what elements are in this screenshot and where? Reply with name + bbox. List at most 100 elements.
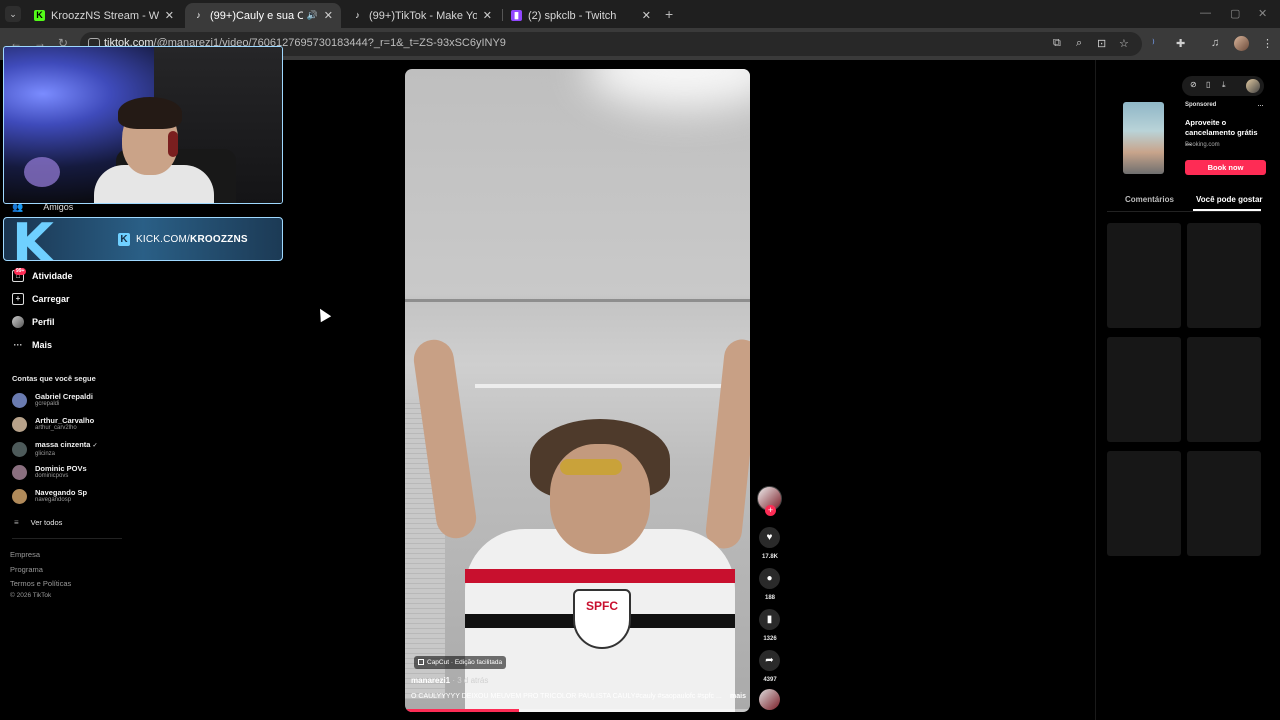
extensions-puzzle-icon[interactable]: ✚ bbox=[1176, 37, 1185, 50]
capcut-tag[interactable]: CapCut · Edição facilitada bbox=[414, 656, 507, 669]
avatar bbox=[12, 441, 27, 457]
following-account[interactable]: Dominic POVs dominicpovs bbox=[12, 464, 87, 480]
close-window-icon[interactable]: ✕ bbox=[1258, 7, 1267, 20]
footer-link-company[interactable]: Empresa bbox=[10, 550, 40, 559]
tiktok-favicon-icon: ♪ bbox=[196, 10, 201, 20]
kick-channel-banner: K K KICK.COM/KROOZZNS bbox=[3, 217, 283, 261]
save-count: 1326 bbox=[763, 636, 777, 642]
tab-twitch[interactable]: ▮ (2) spkclb - Twitch ✕ bbox=[503, 3, 659, 28]
copyright-text: © 2026 TikTok bbox=[10, 592, 52, 599]
sidebar-item-friends[interactable]: 👥 Amigos bbox=[12, 202, 73, 213]
install-app-icon[interactable]: ⊡ bbox=[1097, 37, 1106, 50]
tiktok-favicon-icon: ♪ bbox=[355, 10, 360, 20]
video-author[interactable]: manarezi1 · 3 d atrás bbox=[411, 676, 488, 685]
webcam-overlay bbox=[3, 46, 283, 204]
ceiling-light bbox=[585, 69, 750, 109]
tab-search-button[interactable]: ⌄ bbox=[5, 6, 21, 22]
twitch-favicon-icon: ▮ bbox=[511, 10, 522, 21]
wall-rail bbox=[475, 384, 725, 388]
tab-kick-stream[interactable]: K KroozzNS Stream - Watch Live ✕ bbox=[26, 3, 182, 28]
minimize-icon[interactable]: — bbox=[1200, 7, 1211, 19]
see-all-following-link[interactable]: ≡ Ver todos bbox=[14, 518, 62, 527]
bookmark-icon[interactable]: ▮ bbox=[759, 609, 780, 630]
kick-small-logo-icon: K bbox=[118, 233, 130, 246]
streamer-hair bbox=[118, 97, 182, 129]
ad-more-icon[interactable]: ··· bbox=[1257, 100, 1264, 110]
share-count: 4397 bbox=[763, 677, 777, 683]
translate-icon[interactable]: ⧉ bbox=[1053, 37, 1061, 50]
following-account[interactable]: Gabriel Crepaldi gcrepaldi bbox=[12, 392, 93, 408]
like-heart-icon[interactable]: ♥ bbox=[759, 527, 780, 548]
speaker-icon[interactable]: 🔊 bbox=[307, 10, 318, 21]
capcut-icon bbox=[418, 659, 424, 665]
following-section-title: Contas que você segue bbox=[12, 374, 96, 383]
close-tab-icon[interactable]: ✕ bbox=[483, 9, 492, 22]
spfc-crest: SPFC bbox=[573, 589, 631, 649]
shirt-red-stripe bbox=[465, 569, 735, 583]
device-icon[interactable]: ▯ bbox=[1206, 80, 1210, 89]
recommended-video-card[interactable] bbox=[1187, 337, 1261, 442]
tab-you-may-like[interactable]: Você pode gostar bbox=[1196, 195, 1263, 204]
close-tab-icon[interactable]: ✕ bbox=[324, 9, 333, 22]
verified-icon: ✓ bbox=[92, 443, 98, 449]
kick-logo-icon: K bbox=[12, 217, 54, 261]
sidebar-item-activity[interactable]: ⌂ 99+ Atividade bbox=[12, 268, 73, 284]
video-progress-fill bbox=[405, 709, 519, 712]
tab-tiktok-home[interactable]: ♪ (99+)TikTok - Make Your Day ✕ bbox=[344, 3, 500, 28]
avatar bbox=[12, 392, 27, 408]
more-icon: ··· bbox=[13, 340, 23, 350]
avatar bbox=[12, 416, 27, 432]
user-avatar[interactable] bbox=[1246, 79, 1260, 93]
avatar bbox=[12, 464, 27, 480]
caption-more-button[interactable]: mais bbox=[730, 693, 746, 700]
zoom-icon[interactable]: ⌕ bbox=[1076, 37, 1082, 50]
tab-comments[interactable]: Comentários bbox=[1125, 195, 1174, 204]
recommended-video-card[interactable] bbox=[1107, 337, 1181, 442]
following-account[interactable]: Navegando Sp navegandosp bbox=[12, 488, 87, 504]
video-progress-bar[interactable] bbox=[405, 709, 750, 712]
cam-plush-toy bbox=[24, 157, 60, 187]
ad-thumbnail[interactable] bbox=[1123, 102, 1164, 174]
recommended-video-card[interactable] bbox=[1187, 451, 1261, 556]
bookmark-star-icon[interactable]: ☆ bbox=[1119, 37, 1129, 50]
close-tab-icon[interactable]: ✕ bbox=[165, 9, 174, 22]
footer-link-program[interactable]: Programa bbox=[10, 565, 43, 574]
recommended-video-card[interactable] bbox=[1107, 223, 1181, 328]
following-account[interactable]: Arthur_Carvalho arthur_carv2lho bbox=[12, 416, 94, 432]
extension-icon[interactable]: ⁾ bbox=[1152, 37, 1155, 50]
media-controls-icon[interactable]: ♫ bbox=[1211, 37, 1219, 49]
sidebar-item-more[interactable]: ··· Mais bbox=[12, 337, 53, 353]
like-count: 17.8K bbox=[761, 554, 778, 560]
browser-tab-strip: ⌄ K KroozzNS Stream - Watch Live ✕ ♪ (99… bbox=[0, 0, 1280, 28]
friends-icon: 👥 bbox=[12, 202, 24, 212]
sidebar-item-upload[interactable]: + Carregar bbox=[12, 291, 70, 307]
download-icon[interactable]: ⤓ bbox=[1222, 80, 1226, 90]
list-icon: ≡ bbox=[14, 518, 19, 527]
recommended-video-card[interactable] bbox=[1107, 451, 1181, 556]
footer-link-terms[interactable]: Termos e Políticas bbox=[10, 579, 71, 588]
right-panel-tools: ⊘ ▯ ⤓ bbox=[1182, 76, 1264, 96]
sidebar-divider bbox=[12, 538, 122, 539]
maximize-icon[interactable]: ▢ bbox=[1230, 7, 1240, 20]
upload-icon: + bbox=[12, 293, 24, 305]
right-arm bbox=[704, 337, 750, 551]
music-disc-icon[interactable] bbox=[759, 689, 780, 710]
new-tab-button[interactable]: + bbox=[665, 6, 673, 22]
mouse-cursor-icon bbox=[314, 305, 332, 323]
video-player[interactable]: SPFC CapCut · Edição facilitada manarezi… bbox=[405, 69, 750, 712]
browser-menu-icon[interactable]: ⋮ bbox=[1262, 37, 1273, 50]
headset bbox=[168, 131, 178, 157]
video-caption: O CAULYYYYY DEIXOU MEUVEM PRO TRICOLOR P… bbox=[411, 693, 746, 700]
inbox-icon: ⌂ 99+ bbox=[12, 268, 27, 282]
browser-profile-avatar[interactable] bbox=[1234, 36, 1249, 51]
comment-icon[interactable]: ● bbox=[759, 568, 780, 589]
follow-plus-icon[interactable]: + bbox=[765, 505, 776, 516]
recommended-video-card[interactable] bbox=[1187, 223, 1261, 328]
following-account[interactable]: massa cinzenta ✓ glicinza bbox=[12, 440, 98, 458]
tab-tiktok-cauly[interactable]: ♪ (99+)Cauly e sua Chegada a 🔊 ✕ bbox=[185, 3, 341, 28]
share-icon[interactable]: ➦ bbox=[759, 650, 780, 671]
block-icon[interactable]: ⊘ bbox=[1190, 80, 1197, 89]
ad-book-now-button[interactable]: Book now bbox=[1185, 160, 1266, 175]
close-tab-icon[interactable]: ✕ bbox=[642, 9, 651, 22]
sidebar-item-profile[interactable]: Perfil bbox=[12, 314, 55, 330]
